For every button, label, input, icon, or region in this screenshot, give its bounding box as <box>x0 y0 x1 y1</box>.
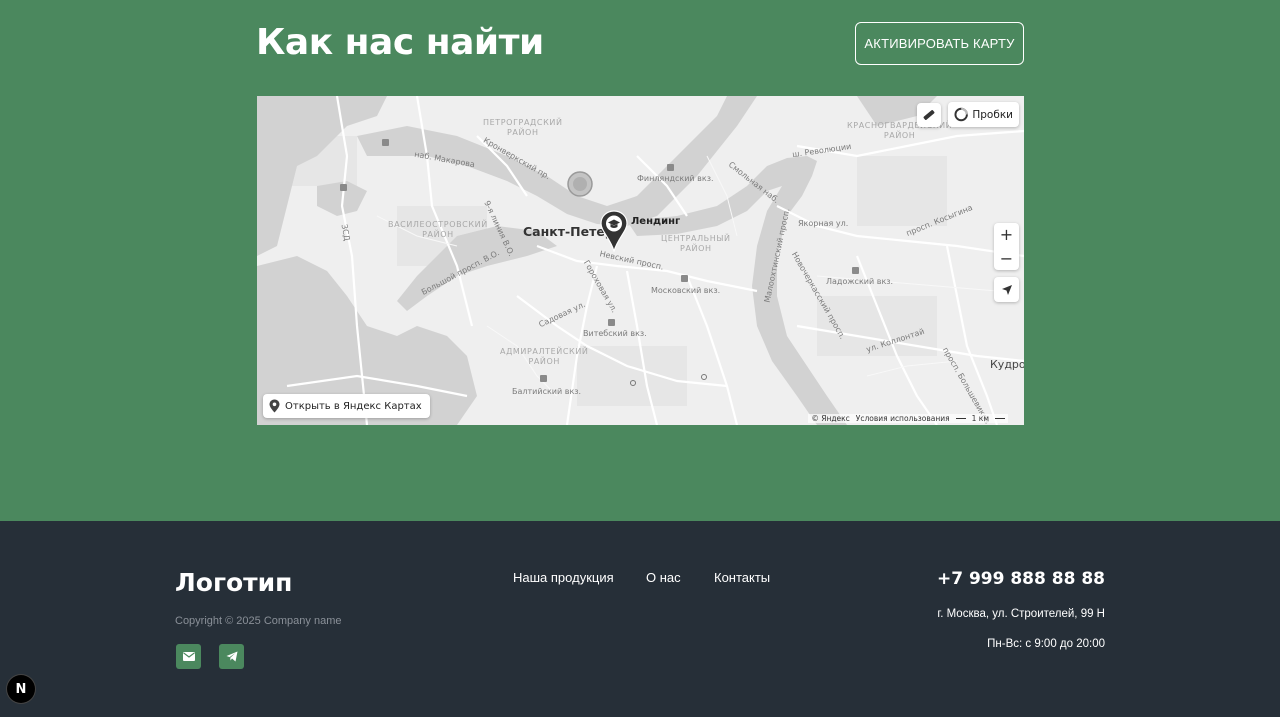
nav-contacts[interactable]: Контакты <box>714 570 770 585</box>
district-admiralteysky: АДМИРАЛТЕЙСКИЙ РАЙОН <box>500 347 589 366</box>
district-vasileostrovsky: ВАСИЛЕОСТРОВСКИЙ РАЙОН <box>388 220 488 239</box>
district-petrogradsky: ПЕТРОГРАДСКИЙ РАЙОН <box>483 118 563 137</box>
logo[interactable]: Логотип <box>175 568 292 597</box>
nav-products[interactable]: Наша продукция <box>513 570 614 585</box>
scale-line-left <box>955 418 966 419</box>
working-hours: Пн-Вс: с 9:00 до 20:00 <box>987 638 1105 650</box>
label-moskovsky: Московский вкз. <box>651 286 721 295</box>
footer: Логотип Copyright © 2025 Company name На… <box>0 521 1280 717</box>
ruler-button[interactable] <box>917 103 941 127</box>
mail-button[interactable] <box>176 644 201 669</box>
map-section: Как нас найти АКТИВИРОВАТЬ КАРТУ ПЕТРОГР… <box>0 0 1280 521</box>
zoom-out-button[interactable]: − <box>994 247 1019 270</box>
scale-line-right <box>995 418 1005 419</box>
scale-label: 1 км <box>971 414 989 423</box>
label-ladozhsky: Ладожский вкз. <box>826 277 894 286</box>
label-vitebsky: Витебский вкз. <box>583 329 647 338</box>
label-baltiysky: Балтийский вкз. <box>512 387 582 396</box>
zoom-control: + − <box>994 223 1019 270</box>
yandex-map[interactable]: ПЕТРОГРАДСКИЙ РАЙОН ВАСИЛЕОСТРОВСКИЙ РАЙ… <box>257 96 1024 425</box>
geolocation-button[interactable] <box>994 277 1019 302</box>
phone-number[interactable]: +7 999 888 88 88 <box>937 569 1105 589</box>
open-in-yandex-label: Открыть в Яндекс Картах <box>285 400 422 412</box>
mail-icon <box>182 652 195 661</box>
map-copyright-bar: © Яндекс Условия использования 1 км <box>808 414 1008 423</box>
terms-link[interactable]: Условия использования <box>856 414 950 423</box>
zoom-in-button[interactable]: + <box>994 223 1019 246</box>
marker-label: Лендинг <box>631 216 681 227</box>
yandex-copyright[interactable]: © Яндекс <box>811 414 849 423</box>
section-title: Как нас найти <box>256 22 544 63</box>
label-finlyandsky: Финляндский вкз. <box>637 174 714 183</box>
address: г. Москва, ул. Строителей, 99 Н <box>937 608 1105 620</box>
open-in-yandex-button[interactable]: Открыть в Яндекс Картах <box>263 394 430 418</box>
traffic-icon <box>954 107 968 122</box>
label-yakornaya: Якорная ул. <box>798 219 849 228</box>
telegram-button[interactable] <box>219 644 244 669</box>
activate-map-button[interactable]: АКТИВИРОВАТЬ КАРТУ <box>855 22 1024 65</box>
nav-about[interactable]: О нас <box>646 570 681 585</box>
traffic-button[interactable]: Пробки <box>948 102 1019 127</box>
map-pin-small-icon <box>269 399 280 413</box>
geolocation-icon <box>1001 284 1012 295</box>
traffic-label: Пробки <box>972 108 1013 121</box>
footer-copyright: Copyright © 2025 Company name <box>175 615 342 627</box>
map-pin-icon[interactable] <box>600 210 628 252</box>
telegram-icon <box>226 651 237 662</box>
district-central: ЦЕНТРАЛЬНЫЙ РАЙОН <box>661 234 731 253</box>
nextjs-dev-badge[interactable]: N <box>7 675 35 703</box>
ruler-icon <box>923 110 935 120</box>
label-kudrovo: Кудро <box>990 358 1024 371</box>
